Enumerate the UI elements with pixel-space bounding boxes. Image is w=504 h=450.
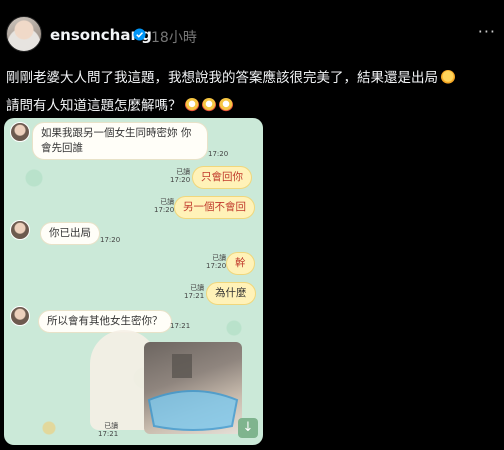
read-receipt: 已讀 (104, 422, 119, 430)
more-icon[interactable]: ··· (478, 22, 496, 41)
message-time: 17:20 (100, 236, 121, 244)
chat-message-text: 如果我跟另一個女生同時密妳 你 (41, 127, 192, 139)
message-time: 17:21 (98, 430, 119, 438)
post-timestamp: 18小時 (151, 30, 197, 46)
chat-message: 你已出局 (40, 222, 100, 245)
chat-message-text: 為什麼 (215, 287, 247, 299)
chat-message-text: 你已出局 (49, 227, 91, 239)
chat-screenshot[interactable]: 如果我跟另一個女生同時密妳 你 會先回誰 17:20 已讀 17:20 只會回你… (4, 118, 263, 445)
caption-line-1: 剛剛老婆大人問了我這題，我想說我的答案應該很完美了，結果還是出局 (6, 66, 455, 86)
read-receipt: 已讀 (212, 254, 227, 262)
chat-message: 如果我跟另一個女生同時密妳 你 會先回誰 (32, 122, 208, 160)
caption-text-1: 剛剛老婆大人問了我這題，我想說我的答案應該很完美了，結果還是出局 (6, 70, 438, 86)
message-time: 17:20 (154, 206, 175, 214)
read-receipt: 已讀 (190, 284, 205, 292)
bathtub-icon (147, 354, 239, 431)
chat-message-text: 會先回誰 (41, 142, 83, 154)
message-meta: 已讀 17:20 (170, 168, 190, 184)
avatar (10, 220, 30, 240)
chat-message-text: 幹 (235, 257, 246, 269)
caption-line-2: 請問有人知道這題怎麼解嗎？ (6, 94, 233, 114)
screaming-face-emoji (201, 98, 216, 112)
message-meta: 已讀 17:20 (206, 254, 226, 270)
chat-message: 所以會有其他女生密你？ (38, 310, 172, 333)
message-time: 17:20 (206, 262, 227, 270)
chat-message-text: 所以會有其他女生密你？ (47, 315, 163, 327)
caption-text-2: 請問有人知道這題怎麼解嗎？ (6, 98, 182, 114)
chat-message-text: 只會回你 (201, 171, 243, 183)
chat-message-text: 另一個不會回 (183, 201, 246, 213)
message-time: 17:20 (208, 150, 229, 158)
message-time: 17:21 (170, 322, 191, 330)
message-meta: 已讀 17:20 (154, 198, 174, 214)
screaming-face-emoji (184, 98, 199, 112)
message-meta: 已讀 17:21 (184, 284, 204, 300)
blurred-photo-sticker (144, 342, 242, 434)
chat-message: 只會回你 (192, 166, 252, 189)
scroll-down-button[interactable]: ↓ (238, 418, 258, 438)
chat-message: 幹 (226, 252, 255, 275)
woman-gesturing-no-emoji (441, 70, 455, 84)
screaming-face-emoji (218, 98, 233, 112)
read-receipt: 已讀 (176, 168, 191, 176)
message-time: 17:21 (184, 292, 205, 300)
avatar (10, 122, 30, 142)
avatar (10, 306, 30, 326)
message-meta: 已讀 17:21 (98, 422, 118, 438)
chat-message: 為什麼 (206, 282, 256, 305)
read-receipt: 已讀 (160, 198, 175, 206)
chat-message: 另一個不會回 (174, 196, 255, 219)
post-avatar[interactable] (6, 16, 42, 52)
message-time: 17:20 (170, 176, 191, 184)
verified-icon (133, 28, 146, 41)
